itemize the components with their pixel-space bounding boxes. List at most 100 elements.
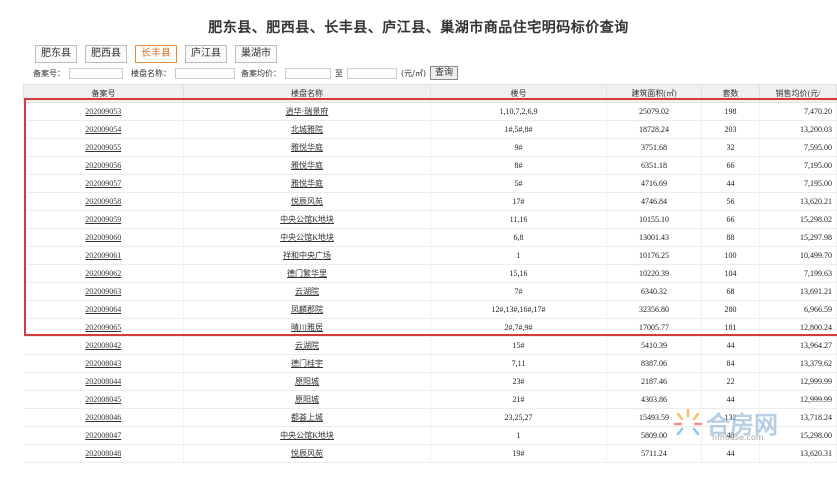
project-name-cell[interactable]: 悦辰风苑 <box>183 192 431 211</box>
average-price-cell: 13,964.27 <box>759 336 837 355</box>
project-name-cell[interactable]: 晴川雅居 <box>183 318 431 337</box>
tab-chaohu[interactable]: 巢湖市 <box>235 45 277 63</box>
project-name-cell[interactable]: 德门繁华里 <box>183 264 431 283</box>
price-min-input[interactable] <box>285 67 331 79</box>
search-button[interactable]: 查询 <box>429 66 458 80</box>
record-number-cell[interactable]: 202008046 <box>23 408 184 427</box>
record-number-input[interactable] <box>69 67 123 79</box>
average-price-cell: 7,199.63 <box>759 264 837 283</box>
floor-area-cell: 2187.46 <box>606 372 702 391</box>
building-number-cell: 17# <box>430 192 607 211</box>
unit-count-cell: 84 <box>701 354 760 373</box>
project-name-cell[interactable]: 凤麟郡院 <box>183 300 431 319</box>
col-project-name[interactable]: 楼盘名称 <box>183 84 431 103</box>
building-number-cell: 19# <box>430 444 607 463</box>
col-building-number[interactable]: 楼号 <box>430 84 607 103</box>
project-name-cell[interactable]: 中央公馆K地块 <box>183 210 431 229</box>
record-number-cell[interactable]: 202009061 <box>23 246 184 265</box>
project-name-cell[interactable]: 德门桂宇 <box>183 354 431 373</box>
table-row: 202009065 晴川雅居 2#,7#,9# 17005.77 181 12,800.2… <box>23 318 837 337</box>
project-name-cell[interactable]: 中央公馆K地块 <box>183 426 431 445</box>
unit-count-cell: 198 <box>701 102 760 121</box>
floor-area-cell: 10176.25 <box>606 246 702 265</box>
tab-changfeng[interactable]: 长丰县 <box>135 45 177 63</box>
record-number-cell[interactable]: 202009053 <box>23 102 184 121</box>
record-number-cell[interactable]: 202009059 <box>23 210 184 229</box>
average-price-cell: 7,470.20 <box>759 102 837 121</box>
project-name-cell[interactable]: 都荟上城 <box>183 408 431 427</box>
col-record-number[interactable]: 备案号 <box>23 84 184 103</box>
building-number-cell: 1 <box>430 426 607 445</box>
price-label: 备案均价： <box>241 68 281 78</box>
filter-bar: 备案号： 楼盘名称： 备案均价： 至 (元/㎡) 查询 <box>33 66 458 80</box>
page-title: 肥东县、肥西县、长丰县、庐江县、巢湖市商品住宅明码标价查询 <box>208 20 629 36</box>
average-price-cell: 13,620.31 <box>759 444 837 463</box>
table-header-row: 备案号 楼盘名称 楼号 建筑面积(㎡) 套数 销售均价(元/ <box>23 84 837 103</box>
project-name-cell[interactable]: 原阳城 <box>183 372 431 391</box>
average-price-cell: 13,620.21 <box>759 192 837 211</box>
record-number-cell[interactable]: 202009060 <box>23 228 184 247</box>
record-number-cell[interactable]: 202009062 <box>23 264 184 283</box>
tab-feixi[interactable]: 肥西县 <box>85 45 127 63</box>
tab-feidong[interactable]: 肥东县 <box>35 45 77 63</box>
project-name-cell[interactable]: 雅悦华庭 <box>183 138 431 157</box>
col-average-price[interactable]: 销售均价(元/ <box>759 84 837 103</box>
price-to-label: 至 <box>335 68 343 78</box>
table-row: 202009056 雅悦华庭 8# 6351.18 66 7,195.00 <box>23 156 837 175</box>
county-tabs: 肥东县 肥西县 长丰县 庐江县 巢湖市 <box>35 45 277 63</box>
record-number-cell[interactable]: 202009064 <box>23 300 184 319</box>
average-price-cell: 12,800.24 <box>759 318 837 337</box>
building-number-cell: 15,16 <box>430 264 607 283</box>
project-name-cell[interactable]: 中央公馆K地块 <box>183 228 431 247</box>
record-number-cell[interactable]: 202009056 <box>23 156 184 175</box>
project-name-cell[interactable]: 雅悦华庭 <box>183 156 431 175</box>
unit-count-cell: 88 <box>701 228 760 247</box>
table-row: 202009062 德门繁华里 15,16 10220.39 104 7,199.63 <box>23 264 837 283</box>
record-number-cell[interactable]: 202008045 <box>23 390 184 409</box>
floor-area-cell: 18728.24 <box>606 120 702 139</box>
building-number-cell: 7,11 <box>430 354 607 373</box>
project-name-input[interactable] <box>175 67 235 79</box>
average-price-cell: 13,200.03 <box>759 120 837 139</box>
average-price-cell: 13,691.21 <box>759 282 837 301</box>
record-number-cell[interactable]: 202009065 <box>23 318 184 337</box>
record-number-cell[interactable]: 202008047 <box>23 426 184 445</box>
record-number-cell[interactable]: 202009063 <box>23 282 184 301</box>
tab-lujiang[interactable]: 庐江县 <box>185 45 227 63</box>
project-name-cell[interactable]: 北城雅院 <box>183 120 431 139</box>
unit-count-cell: 66 <box>701 156 760 175</box>
record-number-label: 备案号： <box>33 68 65 78</box>
project-name-cell[interactable]: 云湖院 <box>183 282 431 301</box>
record-number-cell[interactable]: 202009054 <box>23 120 184 139</box>
project-name-cell[interactable]: 原阳城 <box>183 390 431 409</box>
project-name-cell[interactable]: 雅悦华庭 <box>183 174 431 193</box>
table-row: 202009058 悦辰风苑 17# 4746.84 56 13,620.21 <box>23 192 837 211</box>
unit-count-cell: 104 <box>701 264 760 283</box>
price-max-input[interactable] <box>347 67 397 79</box>
building-number-cell: 5# <box>430 174 607 193</box>
record-number-cell[interactable]: 202009055 <box>23 138 184 157</box>
table-row: 202008043 德门桂宇 7,11 8387.06 84 13,379.62 <box>23 354 837 373</box>
price-unit-label: (元/㎡) <box>401 68 426 78</box>
project-name-cell[interactable]: 祥和中央广场 <box>183 246 431 265</box>
project-name-cell[interactable]: 云湖院 <box>183 336 431 355</box>
average-price-cell: 6,966.59 <box>759 300 837 319</box>
floor-area-cell: 10220.39 <box>606 264 702 283</box>
record-number-cell[interactable]: 202009058 <box>23 192 184 211</box>
building-number-cell: 12#,13#,16#,17# <box>430 300 607 319</box>
project-name-cell[interactable]: 逍华·瑞景府 <box>183 102 431 121</box>
average-price-cell: 15,297.98 <box>759 228 837 247</box>
col-floor-area[interactable]: 建筑面积(㎡) <box>606 84 702 103</box>
unit-count-cell: 22 <box>701 372 760 391</box>
project-name-cell[interactable]: 悦辰风苑 <box>183 444 431 463</box>
record-number-cell[interactable]: 202008043 <box>23 354 184 373</box>
table-row: 202008044 原阳城 23# 2187.46 22 12,999.99 <box>23 372 837 391</box>
floor-area-cell: 6351.18 <box>606 156 702 175</box>
col-unit-count[interactable]: 套数 <box>701 84 760 103</box>
record-number-cell[interactable]: 202009057 <box>23 174 184 193</box>
record-number-cell[interactable]: 202008042 <box>23 336 184 355</box>
record-number-cell[interactable]: 202008048 <box>23 444 184 463</box>
unit-count-cell: 181 <box>701 318 760 337</box>
average-price-cell: 13,379.62 <box>759 354 837 373</box>
record-number-cell[interactable]: 202008044 <box>23 372 184 391</box>
